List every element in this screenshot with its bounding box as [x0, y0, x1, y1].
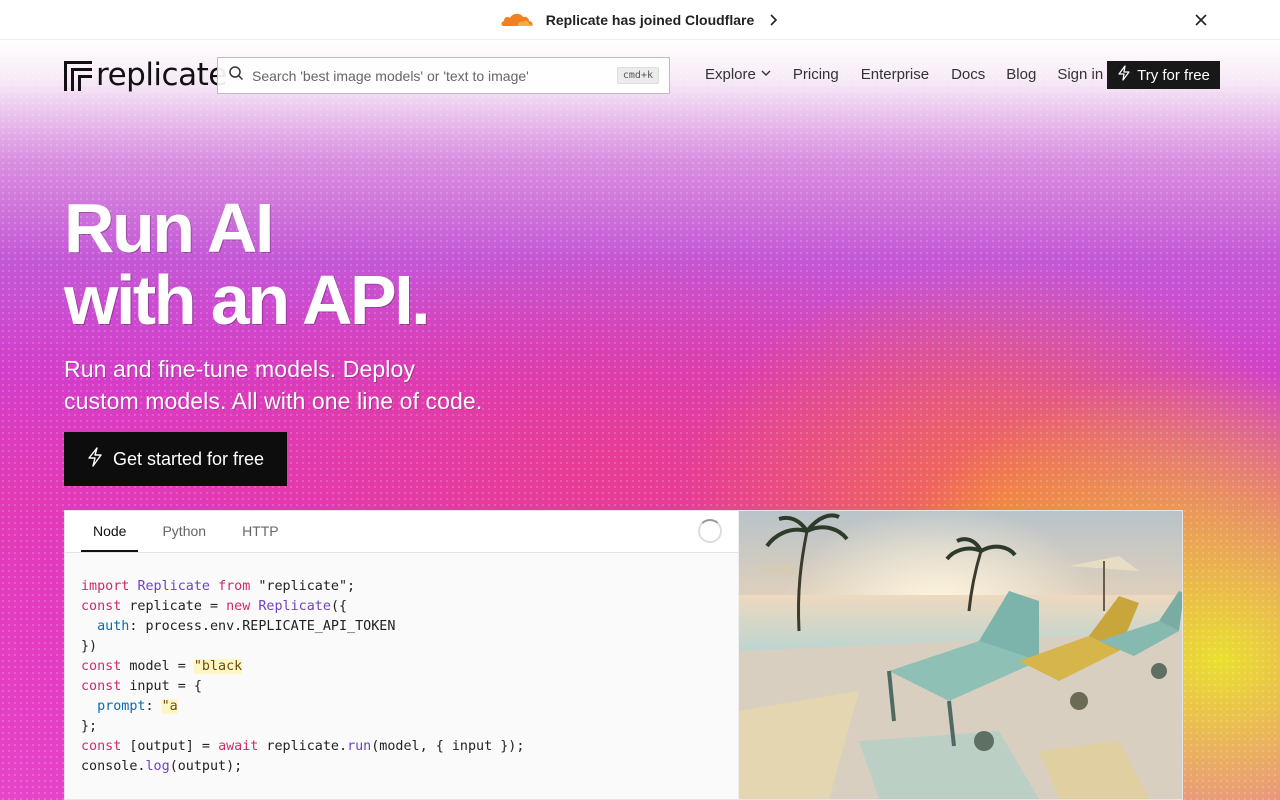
code-token: ({	[330, 599, 348, 614]
code-token: : process.env.REPLICATE_API_TOKEN	[129, 619, 396, 634]
headline-line-1: Run AI	[64, 189, 274, 267]
code-token: :	[145, 699, 162, 714]
code-token: })	[81, 639, 98, 654]
code-token: log	[145, 759, 170, 774]
code-token: (output);	[169, 759, 243, 774]
code-token: replicate =	[121, 599, 227, 614]
announcement-bar: Replicate has joined Cloudflare	[0, 0, 1280, 40]
brand-name: replicate	[96, 57, 227, 93]
model-string-token[interactable]: "black	[193, 659, 243, 674]
tab-python[interactable]: Python	[150, 523, 218, 552]
subtext-line-1: Run and fine-tune models. Deploy	[64, 356, 415, 382]
lightning-icon	[87, 446, 103, 472]
search-shortcut-badge: cmd+k	[616, 67, 659, 84]
code-token: Replicate	[137, 579, 210, 594]
hero-headline: Run AI with an API.	[64, 189, 431, 339]
code-token: auth	[97, 619, 130, 634]
poolside-scene-image	[739, 511, 1182, 799]
try-for-free-button[interactable]: Try for free	[1107, 61, 1220, 89]
search-bar[interactable]: cmd+k	[217, 57, 670, 94]
code-panel: Node Python HTTP import Replicate from "…	[65, 511, 739, 799]
get-started-label: Get started for free	[112, 448, 265, 469]
nav-explore-label: Explore	[705, 66, 756, 83]
code-token: run	[347, 739, 372, 754]
code-token: from	[218, 579, 251, 594]
language-tabs: Node Python HTTP	[65, 511, 738, 553]
tab-node[interactable]: Node	[81, 523, 139, 552]
code-token: new	[226, 599, 251, 614]
tab-http[interactable]: HTTP	[230, 523, 291, 552]
nav-explore[interactable]: Explore	[705, 66, 772, 83]
nav-pricing[interactable]: Pricing	[793, 66, 839, 83]
nav-sign-in[interactable]: Sign in	[1057, 66, 1103, 83]
try-for-free-label: Try for free	[1137, 66, 1210, 84]
code-token: };	[81, 719, 98, 734]
announcement-link[interactable]: Replicate has joined Cloudflare	[498, 10, 783, 30]
nav-docs[interactable]: Docs	[951, 66, 985, 83]
top-nav: replicate cmd+k Explore Pricing Enterpri…	[0, 40, 1280, 112]
code-token: (model, { input });	[371, 739, 525, 754]
search-input[interactable]	[252, 67, 609, 84]
headline-line-2: with an API.	[64, 261, 431, 339]
close-icon[interactable]	[1192, 11, 1210, 29]
code-token: model =	[121, 659, 194, 674]
code-demo-card: Node Python HTTP import Replicate from "…	[64, 510, 1183, 800]
replicate-logo-icon	[64, 60, 92, 91]
announcement-text[interactable]: Replicate has joined Cloudflare	[546, 12, 755, 28]
chevron-down-icon	[760, 66, 772, 83]
code-token: "replicate";	[250, 579, 356, 594]
brand-logo[interactable]: replicate	[64, 60, 227, 91]
code-token: const	[81, 739, 122, 754]
code-token: input = {	[121, 679, 202, 694]
code-token: const	[81, 679, 122, 694]
code-token: import	[81, 579, 130, 594]
output-image	[739, 511, 1182, 799]
nav-enterprise[interactable]: Enterprise	[861, 66, 929, 83]
code-snippet: import Replicate from "replicate"; const…	[65, 553, 738, 800]
nav-blog[interactable]: Blog	[1006, 66, 1036, 83]
cloudflare-cloud-icon	[498, 10, 536, 30]
code-token: replicate.	[258, 739, 348, 754]
code-token: [output] =	[121, 739, 219, 754]
code-token: const	[81, 599, 122, 614]
subtext-line-2: custom models. All with one line of code…	[64, 388, 483, 414]
lightning-icon	[1117, 65, 1131, 85]
loading-spinner-icon	[698, 519, 722, 543]
code-token: Replicate	[258, 599, 331, 614]
prompt-string-token[interactable]: "a	[161, 699, 178, 714]
code-token: await	[218, 739, 259, 754]
code-token: const	[81, 659, 122, 674]
hero-subtext: Run and fine-tune models. Deploy custom …	[64, 353, 544, 417]
get-started-button[interactable]: Get started for free	[64, 432, 287, 486]
code-token: console.	[81, 759, 146, 774]
chevron-right-icon	[764, 11, 782, 29]
code-token: prompt	[97, 699, 146, 714]
search-icon	[228, 65, 244, 86]
nav-links: Explore Pricing Enterprise Docs Blog Sig…	[705, 66, 1103, 83]
